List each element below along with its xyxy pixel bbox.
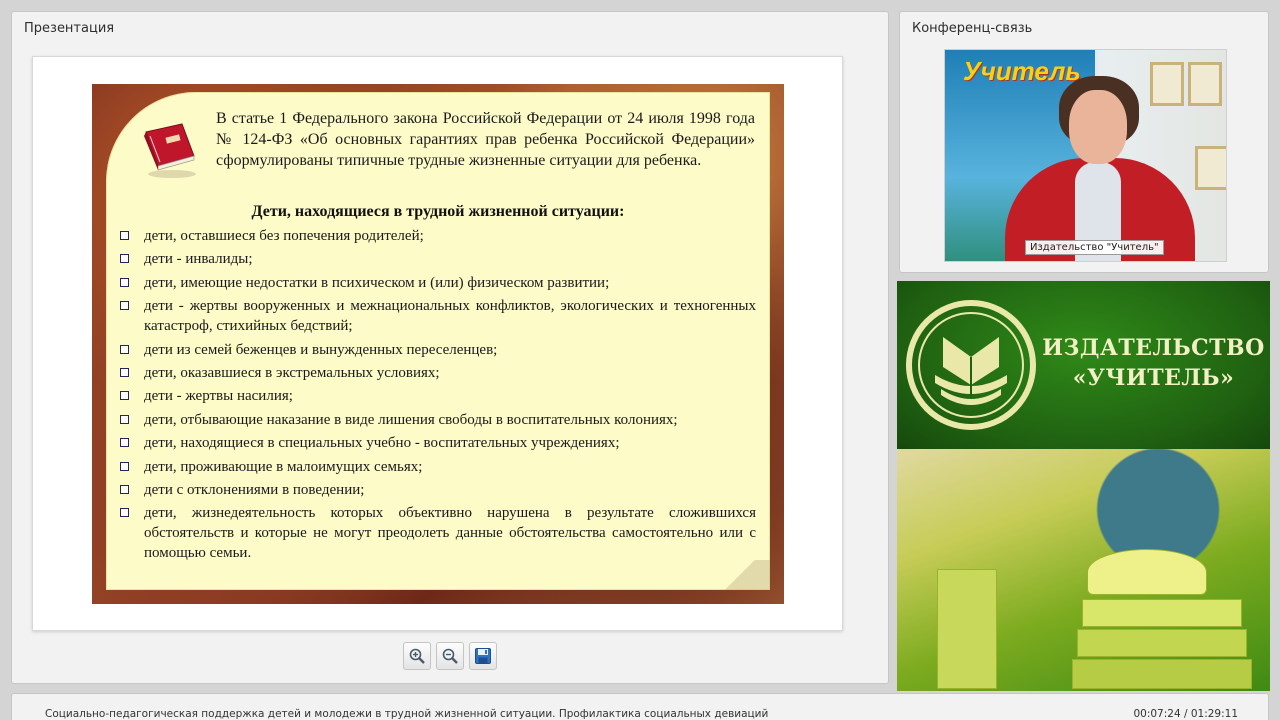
checkbox-bullet-icon xyxy=(120,438,129,448)
video-caption: Издательство "Учитель" xyxy=(1025,240,1164,255)
wall-frame xyxy=(1195,146,1226,190)
webcam-video[interactable]: Учитель Издательство "Учитель" xyxy=(944,49,1227,262)
slide-list: дети, оставшиеся без попечения родителей… xyxy=(120,226,756,567)
zoom-in-button[interactable] xyxy=(403,642,431,670)
checkbox-bullet-icon xyxy=(120,508,129,518)
save-button[interactable] xyxy=(469,642,497,670)
book-stack xyxy=(1082,599,1242,627)
book-icon xyxy=(144,123,196,178)
checkbox-bullet-icon xyxy=(120,484,129,494)
zoom-in-icon xyxy=(409,648,425,664)
list-item: дети - инвалиды; xyxy=(120,249,756,269)
playback-time: 00:07:24 / 01:29:11 xyxy=(1133,708,1238,720)
book-stack xyxy=(1072,659,1252,689)
video-banner-logo: Учитель xyxy=(963,56,1081,86)
slide-list-heading: Дети, находящиеся в трудной жизненной си… xyxy=(251,203,625,220)
floppy-disk-icon xyxy=(475,648,491,664)
slide-toolbar xyxy=(403,642,497,670)
zoom-out-button[interactable] xyxy=(436,642,464,670)
wall-frame xyxy=(1188,62,1222,106)
conference-panel-title: Конференц-связь xyxy=(912,21,1033,36)
webinar-title: Социально-педагогическая поддержка детей… xyxy=(45,708,769,720)
book-stack xyxy=(937,569,997,689)
list-item: дети - жертвы насилия; xyxy=(120,386,756,406)
list-item: дети, отбывающие наказание в виде лишени… xyxy=(120,410,756,430)
checkbox-bullet-icon xyxy=(120,301,129,311)
publisher-name: ИЗДАТЕЛЬСТВО «УЧИТЕЛЬ» xyxy=(1037,333,1270,393)
publisher-banner: ИЗДАТЕЛЬСТВО «УЧИТЕЛЬ» xyxy=(897,281,1270,691)
checkbox-bullet-icon xyxy=(120,461,129,471)
list-item: дети, находящиеся в специальных учебно -… xyxy=(120,433,756,453)
publisher-name-line2: «УЧИТЕЛЬ» xyxy=(1072,365,1235,391)
list-item: дети, жизнедеятельность которых объектив… xyxy=(120,503,756,563)
status-bar: Социально-педагогическая поддержка детей… xyxy=(11,693,1269,720)
list-item: дети с отклонениями в поведении; xyxy=(120,480,756,500)
zoom-out-icon xyxy=(442,648,458,664)
checkbox-bullet-icon xyxy=(120,367,129,377)
list-item: дети, имеющие недостатки в психическом и… xyxy=(120,273,756,293)
checkbox-bullet-icon xyxy=(120,344,129,354)
slide-viewer[interactable]: В статье 1 Федерального закона Российско… xyxy=(32,56,843,631)
conference-panel: Конференц-связь Учитель Издательство "Уч… xyxy=(899,11,1269,273)
wall-frame xyxy=(1150,62,1184,106)
list-item: дети, оказавшиеся в экстремальных услови… xyxy=(120,363,756,383)
publisher-banner-top: ИЗДАТЕЛЬСТВО «УЧИТЕЛЬ» xyxy=(897,281,1270,449)
checkbox-bullet-icon xyxy=(120,414,129,424)
presentation-panel-title: Презентация xyxy=(24,21,115,36)
publisher-banner-books-image xyxy=(897,449,1270,691)
checkbox-bullet-icon xyxy=(120,254,129,264)
list-item: дети - жертвы вооруженных и межнациональ… xyxy=(120,296,756,336)
list-item: дети, оставшиеся без попечения родителей… xyxy=(120,226,756,246)
book-stack xyxy=(1077,629,1247,657)
publisher-emblem-icon xyxy=(906,300,1036,430)
list-item: дети из семей беженцев и вынужденных пер… xyxy=(120,340,756,360)
publisher-name-line1: ИЗДАТЕЛЬСТВО xyxy=(1042,335,1265,361)
presenter-face xyxy=(1069,90,1127,164)
open-book xyxy=(1087,549,1207,595)
slide: В статье 1 Федерального закона Российско… xyxy=(92,84,784,604)
slide-intro-text: В статье 1 Федерального закона Российско… xyxy=(216,110,755,169)
presentation-panel: Презентация В статье 1 Федерального зако… xyxy=(11,11,889,684)
checkbox-bullet-icon xyxy=(120,391,129,401)
checkbox-bullet-icon xyxy=(120,277,129,287)
checkbox-bullet-icon xyxy=(120,231,129,240)
list-item: дети, проживающие в малоимущих семьях; xyxy=(120,457,756,477)
slide-paper: В статье 1 Федерального закона Российско… xyxy=(106,92,770,590)
